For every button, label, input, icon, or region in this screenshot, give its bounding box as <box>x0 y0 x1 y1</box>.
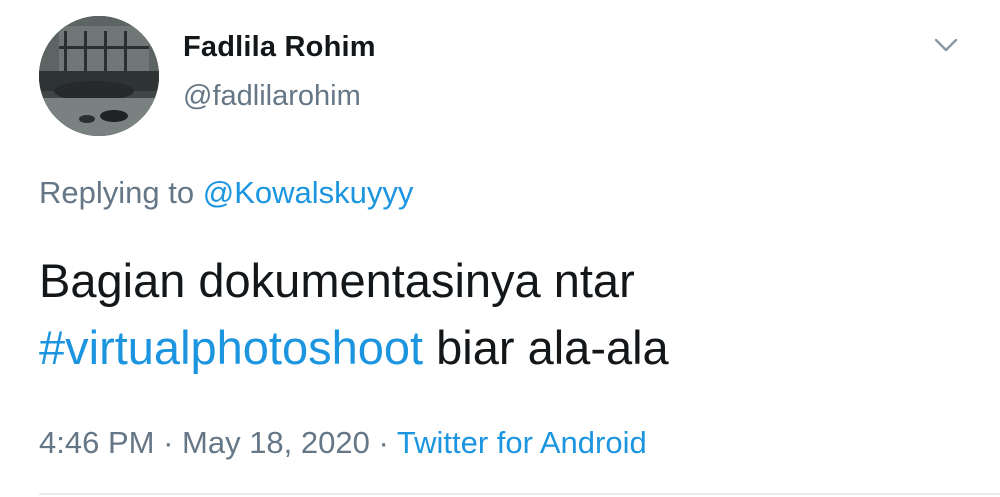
reply-mention-link[interactable]: @Kowalskuyyy <box>203 175 414 210</box>
tweet-date[interactable]: May 18, 2020 <box>182 425 370 460</box>
hashtag-link[interactable]: #virtualphotoshoot <box>39 321 423 374</box>
profile-photo-image <box>39 16 159 136</box>
tweet-text-line: Bagian dokumentasinya ntar <box>39 254 635 307</box>
meta-separator: · <box>154 425 183 460</box>
tweet-menu-button[interactable] <box>928 30 964 60</box>
tweet-text: Bagian dokumentasinya ntar #virtualphoto… <box>39 247 969 381</box>
replying-to-line: Replying to @Kowalskuyyy <box>39 175 413 211</box>
replying-to-label: Replying to <box>39 175 203 210</box>
chevron-down-icon <box>934 38 958 52</box>
divider <box>39 493 1000 495</box>
tweet-source-link[interactable]: Twitter for Android <box>397 425 647 460</box>
meta-separator: · <box>369 425 397 460</box>
avatar[interactable] <box>39 16 159 136</box>
tweet-meta: 4:46 PM · May 18, 2020 · Twitter for And… <box>39 425 647 461</box>
tweet-time[interactable]: 4:46 PM <box>39 425 154 460</box>
author-display-name[interactable]: Fadlila Rohim <box>183 31 376 64</box>
tweet-text-fragment: biar ala-ala <box>423 321 669 374</box>
author-handle[interactable]: @fadlilarohim <box>183 80 361 113</box>
tweet-text-line: #virtualphotoshoot biar ala-ala <box>39 314 969 381</box>
